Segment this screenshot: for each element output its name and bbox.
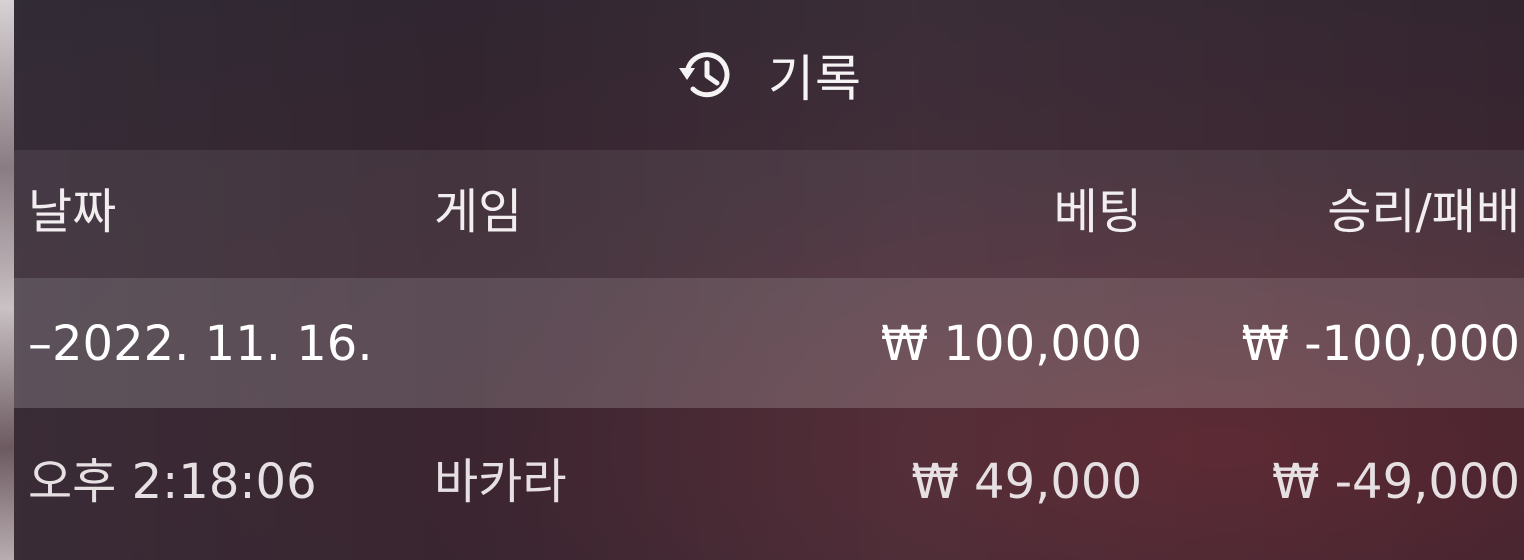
row-date: –2022. 11. 16. bbox=[28, 316, 373, 372]
row-time: 오후 2:18:06 bbox=[28, 454, 317, 510]
title-bar: 기록 bbox=[14, 0, 1524, 150]
column-header-date: 날짜 bbox=[28, 184, 117, 240]
table-row[interactable]: –2022. 11. 16. ₩ 100,000 ₩ -100,000 bbox=[14, 278, 1524, 408]
column-header-game: 게임 bbox=[434, 184, 523, 240]
row-win-loss: ₩ -100,000 bbox=[1241, 316, 1520, 372]
page-title: 기록 bbox=[768, 50, 862, 108]
row-game: 바카라 bbox=[434, 454, 567, 510]
row-win-loss: ₩ -49,000 bbox=[1272, 454, 1520, 510]
table-row[interactable]: 오후 2:18:06 바카라 ₩ 49,000 ₩ -49,000 bbox=[14, 408, 1524, 560]
column-header-win-loss: 승리/패배 bbox=[1327, 184, 1520, 240]
table-header: 날짜 게임 베팅 승리/패배 bbox=[14, 150, 1524, 278]
history-panel: 기록 날짜 게임 베팅 승리/패배 –2022. 11. 16. ₩ 100,0… bbox=[14, 0, 1524, 560]
row-bet: ₩ 49,000 bbox=[911, 454, 1142, 510]
column-header-bet: 베팅 bbox=[1053, 184, 1142, 240]
history-icon bbox=[676, 44, 738, 106]
row-bet: ₩ 100,000 bbox=[880, 316, 1142, 372]
left-edge-strip bbox=[0, 0, 14, 560]
